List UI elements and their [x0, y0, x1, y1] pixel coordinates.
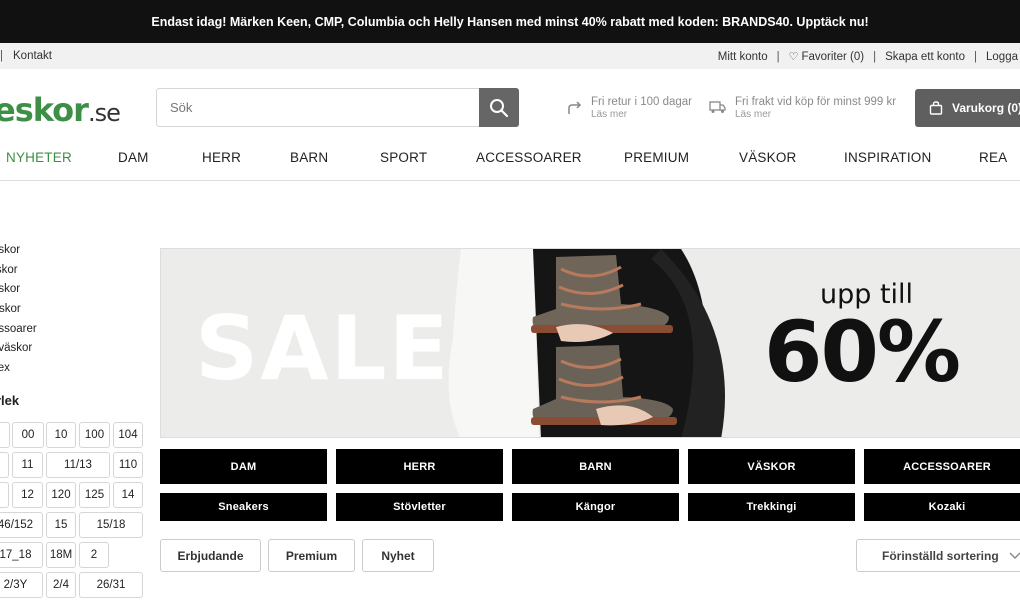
contact-link[interactable]: Kontakt [13, 50, 52, 62]
size-chip[interactable]: 110 [113, 452, 143, 478]
category-button-barn[interactable]: BARN [512, 449, 679, 484]
search-button[interactable] [479, 88, 519, 127]
read-more-link[interactable]: Läs mer [735, 109, 896, 120]
main-nav: NYHETER DAM HERR BARN SPORT ACCESSOARER … [0, 147, 1020, 181]
read-more-link[interactable]: Läs mer [591, 109, 692, 120]
nav-item-rea[interactable]: REA [979, 150, 1007, 165]
separator: | [974, 50, 978, 63]
filter-category-link[interactable]: sex [0, 362, 150, 382]
size-chip[interactable]: 2/3Y [0, 572, 43, 598]
nav-item-herr[interactable]: HERR [202, 150, 241, 165]
size-chip[interactable]: 5 [0, 452, 9, 478]
size-chip[interactable]: 100 [79, 422, 110, 448]
category-button-vaskor[interactable]: VÄSKOR [688, 449, 855, 484]
return-arrow-icon [568, 101, 582, 114]
sub-button-kangor[interactable]: Kängor [512, 493, 679, 521]
utility-right: Mitt konto | ♡ Favoriter (0) | Skapa ett … [718, 50, 1018, 64]
size-chip[interactable]: 00 [12, 422, 44, 448]
filter-category-link[interactable]: nskor [0, 283, 150, 303]
size-chip[interactable]: 11 [12, 452, 43, 478]
size-chip[interactable]: 120 [46, 482, 76, 508]
size-chip[interactable]: 2/4 [46, 572, 76, 598]
separator: | [0, 50, 3, 62]
utility-bar: | Kontakt Mitt konto | ♡ Favoriter (0) | … [0, 43, 1020, 69]
size-filter-heading: rlek [0, 393, 20, 408]
separator: | [776, 50, 780, 63]
sub-button-trekkingi[interactable]: Trekkingi [688, 493, 855, 521]
size-chip[interactable]: 26/31 [79, 572, 143, 598]
my-account-link[interactable]: Mitt konto [718, 51, 768, 63]
header: eskor.se Fri retur i 100 dagar Läs mer F… [0, 69, 1020, 147]
nav-item-vaskor[interactable]: VÄSKOR [739, 150, 796, 165]
sub-button-sneakers[interactable]: Sneakers [160, 493, 327, 521]
heart-icon: ♡ [788, 51, 799, 63]
favorites-label: Favoriter (0) [801, 51, 865, 63]
search-icon [490, 98, 509, 117]
size-chip[interactable] [0, 422, 10, 448]
free-shipping-info[interactable]: Fri frakt vid köp för minst 999 kr Läs m… [709, 96, 896, 120]
filter-category-link[interactable]: nskor [0, 244, 150, 264]
filter-chip-nyhet[interactable]: Nyhet [362, 539, 434, 572]
cart-button[interactable]: Varukorg (0) [915, 89, 1020, 127]
size-chip[interactable]: 5 [0, 482, 9, 508]
favorites-link[interactable]: ♡ Favoriter (0) [789, 50, 865, 63]
size-chip[interactable]: 15 [46, 512, 76, 538]
nav-item-barn[interactable]: BARN [290, 150, 328, 165]
size-chip[interactable]: 104 [113, 422, 143, 448]
truck-icon [709, 101, 726, 113]
banner-percent-text: 60% [764, 303, 961, 401]
nav-item-inspiration[interactable]: INSPIRATION [844, 150, 931, 165]
free-return-text: Fri retur i 100 dagar [591, 96, 692, 108]
filter-category-link[interactable]: dväskor [0, 342, 150, 362]
sort-label: Förinställd sortering [882, 548, 999, 563]
size-chip[interactable]: 17_18 [0, 542, 43, 568]
bag-icon [929, 101, 943, 115]
sort-dropdown[interactable]: Förinställd sortering [856, 539, 1020, 572]
nav-item-dam[interactable]: DAM [118, 150, 149, 165]
search-box [156, 88, 519, 127]
nav-item-nyheter[interactable]: NYHETER [6, 150, 72, 165]
size-chip[interactable]: 125 [79, 482, 110, 508]
filter-category-link[interactable]: rtskor [0, 303, 150, 323]
cart-label: Varukorg (0) [952, 101, 1020, 115]
size-chip[interactable]: 18M [46, 542, 76, 568]
nav-item-accessoarer[interactable]: ACCESSOARER [476, 150, 582, 165]
size-chip[interactable]: 12 [12, 482, 43, 508]
filter-chip-erbjudande[interactable]: Erbjudande [160, 539, 261, 572]
site-logo[interactable]: eskor.se [0, 91, 121, 129]
nav-item-sport[interactable]: SPORT [380, 150, 427, 165]
free-return-info[interactable]: Fri retur i 100 dagar Läs mer [566, 96, 692, 120]
create-account-link[interactable]: Skapa ett konto [885, 51, 965, 63]
filter-category-link[interactable]: essoarer [0, 323, 150, 343]
separator: | [873, 50, 877, 63]
size-chip[interactable]: 10 [46, 422, 76, 448]
free-shipping-text: Fri frakt vid köp för minst 999 kr [735, 96, 897, 108]
sub-button-stovletter[interactable]: Stövletter [336, 493, 503, 521]
search-input[interactable] [157, 89, 479, 126]
category-button-dam[interactable]: DAM [160, 449, 327, 484]
size-chip[interactable]: 46/152 [0, 512, 43, 538]
filter-sidebar: nskor rskor nskor rtskor essoarer dväsko… [0, 244, 150, 598]
size-chip[interactable]: 14 [113, 482, 143, 508]
filter-chip-premium[interactable]: Premium [268, 539, 355, 572]
utility-left: | Kontakt [0, 50, 52, 62]
sub-button-kozaki[interactable]: Kozaki [864, 493, 1020, 521]
chevron-down-icon [1009, 552, 1020, 559]
size-chip[interactable]: 15/18 [79, 512, 143, 538]
login-link[interactable]: Logga [986, 51, 1018, 63]
banner-sale-text: SALE [195, 297, 451, 400]
category-button-accessoarer[interactable]: ACCESSOARER [864, 449, 1020, 484]
sale-banner[interactable]: SALE upp till 60% [160, 248, 1020, 438]
size-chip[interactable]: 11/13 [46, 452, 110, 478]
size-chip[interactable]: 2 [79, 542, 109, 568]
category-button-herr[interactable]: HERR [336, 449, 503, 484]
nav-item-premium[interactable]: PREMIUM [624, 150, 689, 165]
promo-text[interactable]: Endast idag! Märken Keen, CMP, Columbia … [151, 15, 868, 29]
promo-banner[interactable]: Endast idag! Märken Keen, CMP, Columbia … [0, 0, 1020, 43]
filter-category-link[interactable]: rskor [0, 264, 150, 284]
